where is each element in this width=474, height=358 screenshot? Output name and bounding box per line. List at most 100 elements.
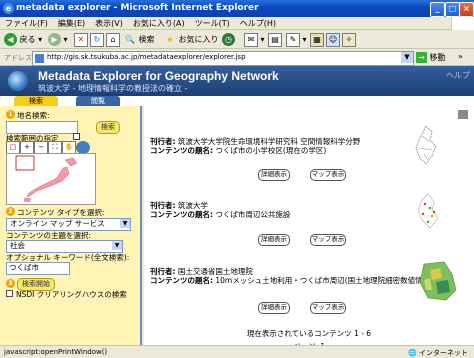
favorites-label: お気に入り bbox=[178, 35, 219, 44]
home-icon: ⌂ bbox=[106, 32, 120, 47]
help-link[interactable]: ヘルプ bbox=[446, 70, 470, 81]
nsdi-checkbox[interactable] bbox=[6, 290, 13, 297]
edit-button[interactable]: ✎ ▾ bbox=[286, 32, 307, 47]
mail-button[interactable]: ✉ ▾ bbox=[244, 32, 265, 47]
forward-arrow-icon: ▶ bbox=[48, 33, 61, 46]
go-button[interactable]: → 移動 bbox=[416, 52, 446, 63]
zone-label: インターネット bbox=[419, 349, 468, 357]
keyword-input[interactable]: つくば市 bbox=[6, 262, 70, 275]
print-button[interactable]: ▤ bbox=[268, 32, 282, 47]
favorites-star-icon: ★ bbox=[166, 34, 174, 44]
window-title: metadata explorer - Microsoft Internet E… bbox=[16, 3, 259, 13]
results-range: 現在表示されているコンテンツ 1 - 6 bbox=[246, 329, 372, 338]
content-label: コンテンツの題名: bbox=[150, 210, 213, 219]
chevron-down-icon: ▼ bbox=[120, 219, 130, 228]
messenger-icon: ☺ bbox=[326, 32, 340, 47]
content-type-label: コンテンツ タイプを選択: bbox=[17, 208, 105, 217]
back-arrow-icon: ◀ bbox=[4, 33, 17, 46]
site-title: Metadata Explorer for Geography Network bbox=[38, 69, 279, 83]
content-value: つくば市の小学校区(現在の学区) bbox=[215, 146, 327, 155]
refresh-button[interactable]: ↻ bbox=[90, 32, 104, 47]
maximize-button[interactable]: □ bbox=[445, 2, 460, 17]
content-value: つくば市周辺公共施設 bbox=[215, 210, 291, 219]
japan-map[interactable] bbox=[6, 153, 96, 205]
tab-browse[interactable]: 閲覧 bbox=[76, 96, 120, 106]
go-arrow-icon: → bbox=[416, 52, 427, 63]
print-icon: ▤ bbox=[268, 32, 282, 47]
close-button[interactable]: × bbox=[459, 2, 474, 17]
map-view-button[interactable]: マップ表示 bbox=[310, 234, 346, 246]
detail-button[interactable]: 詳細表示 bbox=[258, 169, 290, 181]
status-bar: javascript:openPrintWindow() 🌐 インターネット bbox=[0, 345, 474, 358]
discuss-button[interactable]: ▦ bbox=[310, 32, 324, 47]
windows-logo-icon bbox=[451, 17, 474, 30]
site-banner: Metadata Explorer for Geography Network … bbox=[0, 66, 474, 96]
print-icon[interactable] bbox=[458, 110, 468, 119]
step-2-badge: 2 bbox=[6, 207, 15, 216]
browser-toolbar: ◀ 戻る ▾ ▶ ▾ ✕ ↻ ⌂ 🔍 検索 ★ お気に入り ◷ ✉ ▾ ▤ ✎ … bbox=[0, 30, 474, 49]
menu-edit[interactable]: 編集(E) bbox=[53, 17, 90, 30]
ie-icon: e bbox=[3, 3, 14, 14]
minimize-button[interactable]: _ bbox=[430, 2, 445, 17]
content-label: コンテンツの題名: bbox=[150, 276, 213, 285]
stop-icon: ✕ bbox=[74, 32, 88, 47]
internet-zone: 🌐 インターネット bbox=[408, 349, 468, 357]
stop-button[interactable]: ✕ bbox=[74, 32, 88, 47]
chevron-down-icon: ▼ bbox=[112, 241, 122, 250]
favorites-button[interactable]: ★ お気に入り bbox=[164, 32, 219, 47]
mail-icon: ✉ bbox=[244, 32, 258, 47]
home-button[interactable]: ⌂ bbox=[106, 32, 120, 47]
content-type-value: オンライン マップ サービス bbox=[10, 219, 105, 228]
detail-button[interactable]: 詳細表示 bbox=[258, 234, 290, 246]
back-button[interactable]: ◀ 戻る ▾ bbox=[4, 32, 42, 47]
menu-bar: ファイル(F) 編集(E) 表示(V) お気に入り(A) ツール(T) ヘルプ(H) bbox=[0, 17, 474, 30]
detail-button[interactable]: 詳細表示 bbox=[258, 302, 290, 314]
menu-favorites[interactable]: お気に入り(A) bbox=[128, 17, 190, 30]
place-search-label: 地名検索: bbox=[17, 111, 50, 120]
result-thumbnail bbox=[419, 261, 457, 301]
tab-search[interactable]: 検索 bbox=[14, 96, 58, 106]
forward-button[interactable]: ▶ ▾ bbox=[48, 32, 68, 47]
refresh-icon: ↻ bbox=[90, 32, 104, 47]
back-label: 戻る bbox=[19, 35, 36, 44]
history-button[interactable]: ◷ bbox=[222, 32, 235, 47]
search-button[interactable]: 🔍 検索 bbox=[124, 32, 155, 47]
results-panel: 刊行者: 筑波大学大学院生命環境科学研究科 空間情報科学分野 コンテンツの題名:… bbox=[144, 106, 474, 351]
step-3-badge: 3 bbox=[6, 279, 15, 288]
range-checkbox[interactable] bbox=[73, 133, 80, 140]
content-label: コンテンツの題名: bbox=[150, 146, 213, 155]
theme-value: 社会 bbox=[10, 241, 25, 250]
search-label: 検索 bbox=[138, 35, 155, 44]
menu-view[interactable]: 表示(V) bbox=[90, 17, 128, 30]
research-button[interactable]: ✧ bbox=[342, 32, 356, 47]
step-1-badge: 1 bbox=[6, 110, 15, 119]
address-input[interactable]: http://gis.sk.tsukuba.ac.jp/metadataexpl… bbox=[32, 51, 414, 66]
search-panel: 1 地名検索: 検索 検索範囲の指定 □ + − ⛶ ✋ 2 コンテンツ タイプ… bbox=[0, 106, 142, 345]
content-value: 10mメッシュ土地利用・つくば市周辺(国土地理院細密数値情報) bbox=[215, 276, 434, 285]
japan-map-graphic bbox=[15, 155, 78, 203]
map-view-button[interactable]: マップ表示 bbox=[310, 169, 346, 181]
result-content: コンテンツの題名: つくば市の小学校区(現在の学区) bbox=[150, 145, 326, 156]
map-tools: □ + − ⛶ ✋ bbox=[6, 141, 94, 154]
nsdi-label: NSDI クリアリングハウスの検索 bbox=[16, 290, 127, 299]
menu-help[interactable]: ヘルプ(H) bbox=[235, 17, 281, 30]
status-text: javascript:openPrintWindow() bbox=[4, 348, 108, 356]
map-view-button[interactable]: マップ表示 bbox=[310, 302, 346, 314]
research-icon: ✧ bbox=[342, 32, 356, 47]
discuss-icon: ▦ bbox=[310, 32, 324, 47]
go-label: 移動 bbox=[429, 53, 446, 62]
messenger-button[interactable]: ☺ bbox=[326, 32, 340, 47]
menu-file[interactable]: ファイル(F) bbox=[0, 17, 53, 30]
site-subtitle: 筑波大学 - 地理情報科学の教授法の確立 - bbox=[38, 84, 188, 93]
address-url: http://gis.sk.tsukuba.ac.jp/metadataexpl… bbox=[47, 53, 246, 61]
result-thumbnail bbox=[415, 125, 437, 165]
menu-tools[interactable]: ツール(T) bbox=[190, 17, 235, 30]
place-search-button[interactable]: 検索 bbox=[96, 121, 120, 134]
address-dropdown-icon[interactable]: ▼ bbox=[401, 52, 413, 63]
links-chevron-icon[interactable]: » bbox=[458, 52, 463, 61]
page-icon bbox=[35, 54, 44, 63]
history-icon: ◷ bbox=[222, 33, 235, 46]
address-bar: アドレス(D) http://gis.sk.tsukuba.ac.jp/meta… bbox=[0, 49, 474, 66]
search-icon: 🔍 bbox=[125, 34, 135, 44]
result-thumbnail bbox=[417, 193, 439, 229]
